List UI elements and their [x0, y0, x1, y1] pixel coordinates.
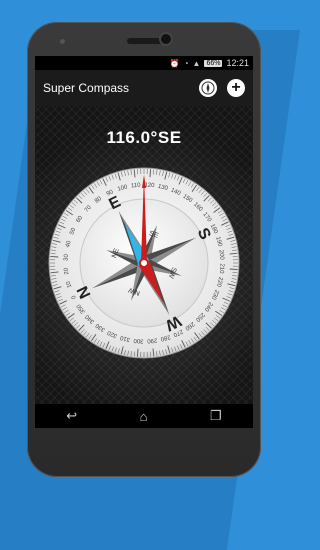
status-bar: ⏰ ◔ ▲ 66% 12:21 — [35, 56, 253, 70]
degree-label: 300 — [133, 337, 144, 344]
degree-label: 20 — [64, 267, 71, 275]
clock: 12:21 — [226, 58, 249, 68]
add-button[interactable]: + — [227, 79, 245, 97]
degree-label: 290 — [146, 336, 157, 343]
degree-tick — [50, 256, 58, 257]
proximity-sensor — [60, 39, 65, 44]
degree-tick — [150, 169, 151, 177]
degree-label: 30 — [64, 253, 70, 261]
app-title: Super Compass — [43, 81, 189, 95]
back-arrow-icon[interactable]: ↩ — [66, 408, 77, 424]
signal-icon: ▲ — [193, 59, 201, 68]
screen: ⏰ ◔ ▲ 66% 12:21 Super Compass + 116.0°SE — [35, 56, 253, 428]
degree-tick — [137, 349, 138, 357]
compass-icon — [201, 81, 215, 95]
earpiece-speaker — [127, 38, 163, 44]
compass-mode-button[interactable] — [199, 79, 217, 97]
degree-tick — [230, 269, 238, 270]
wifi-icon: ◔ — [184, 59, 189, 68]
degree-label: 200 — [217, 250, 224, 261]
degree-label: 210 — [218, 263, 225, 274]
navigation-bar: ↩ ⌂ ❐ — [35, 404, 253, 428]
compass-view: 116.0°SE 0102030405060708090100110120130… — [35, 106, 253, 404]
needle-hub — [140, 259, 148, 267]
battery-level: 66% — [204, 60, 222, 67]
plus-icon: + — [231, 79, 240, 97]
home-icon[interactable]: ⌂ — [140, 409, 148, 424]
app-bar: Super Compass + — [35, 70, 253, 106]
front-camera — [161, 34, 171, 44]
heading-readout: 116.0°SE — [35, 128, 253, 148]
recents-icon[interactable]: ❐ — [210, 408, 222, 424]
degree-label: 110 — [131, 182, 142, 189]
compass-dial[interactable]: 0102030405060708090100110120130140150160… — [47, 166, 241, 360]
alarm-icon: ⏰ — [170, 59, 180, 68]
degree-label: 120 — [144, 182, 155, 189]
